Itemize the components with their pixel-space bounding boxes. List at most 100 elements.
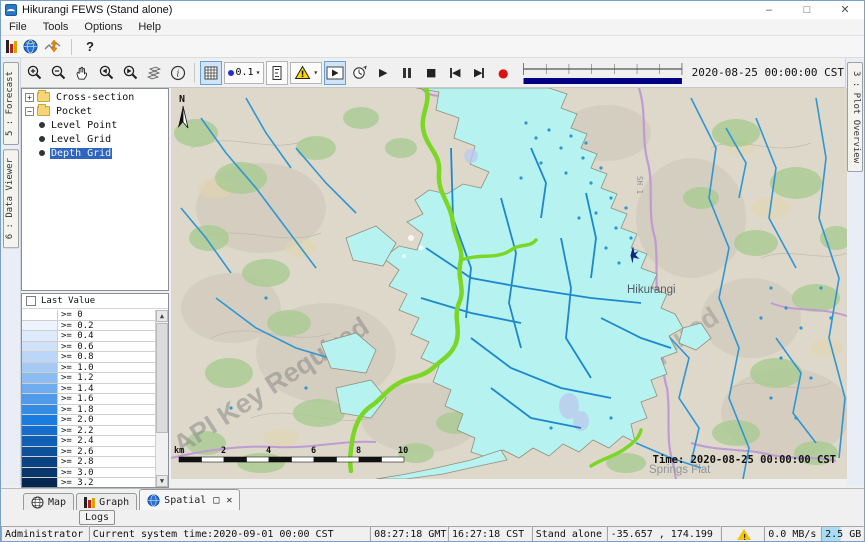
menu-tools[interactable]: Tools: [35, 21, 77, 33]
legend-row[interactable]: >= 3.0: [22, 468, 155, 479]
timeseries-import-icon[interactable]: [44, 39, 61, 54]
svg-text:6: 6: [311, 446, 316, 456]
step-back-button[interactable]: ◀: [444, 61, 466, 85]
time-slider[interactable]: [522, 60, 683, 86]
warnings-dropdown[interactable]: ! ▾: [290, 62, 322, 84]
tree-item-level-point[interactable]: Level Point: [36, 119, 168, 131]
legend-row[interactable]: >= 1.2: [22, 373, 155, 384]
main-toolbar: ?: [1, 36, 864, 58]
tree-item-depth-grid[interactable]: Depth Grid: [36, 147, 168, 159]
status-coordinates: -35.657 , 174.199: [607, 526, 722, 542]
globe-icon[interactable]: [23, 39, 38, 54]
tree-item-label: Cross-section: [55, 92, 135, 103]
data-viewer-panel: + Cross-section − Pocket Level Point Lev…: [21, 88, 170, 488]
tab-data-viewer[interactable]: 6 : Data Viewer: [3, 149, 19, 248]
scrollbar-thumb[interactable]: [156, 323, 168, 433]
tab-maximize-icon[interactable]: □: [213, 495, 219, 506]
bottom-tab-bar: Map Graph Spatial □ ✕: [1, 488, 864, 510]
info-button[interactable]: i: [167, 61, 189, 85]
last-value-option[interactable]: Last Value: [22, 294, 168, 309]
legend-row[interactable]: >= 2.2: [22, 426, 155, 437]
legend-row[interactable]: >= 0.6: [22, 342, 155, 353]
tab-graph[interactable]: Graph: [76, 493, 137, 510]
scroll-down-icon[interactable]: ▼: [156, 475, 168, 487]
minimize-button[interactable]: –: [750, 1, 788, 19]
menu-options[interactable]: Options: [76, 21, 130, 33]
tab-spatial[interactable]: Spatial □ ✕: [139, 489, 240, 510]
legend-row[interactable]: >= 1.6: [22, 394, 155, 405]
stop-button[interactable]: ■: [420, 61, 442, 85]
play-icon: ▶: [379, 66, 387, 79]
legend-scrollbar[interactable]: ▲ ▼: [155, 310, 168, 487]
legend-color-swatch: [22, 373, 58, 383]
close-button[interactable]: ✕: [826, 1, 864, 19]
map-canvas[interactable]: API Key Required API Key Required: [171, 88, 847, 479]
legend-row[interactable]: >= 0.8: [22, 352, 155, 363]
folder-icon: [37, 92, 50, 102]
logs-button[interactable]: Logs: [79, 510, 115, 525]
scroll-up-icon[interactable]: ▲: [156, 310, 168, 322]
profile-button[interactable]: [266, 61, 288, 85]
current-time-label: 2020-08-25 00:00:00 CST: [692, 66, 846, 79]
help-icon[interactable]: ?: [82, 39, 98, 54]
spatial-map[interactable]: API Key Required API Key Required: [171, 88, 847, 488]
database-viewer-icon[interactable]: [6, 40, 17, 53]
warning-icon: !: [294, 65, 311, 80]
tab-map[interactable]: Map: [23, 493, 74, 510]
status-gmt-time: 08:27:18 GMT: [370, 526, 448, 542]
svg-text:N: N: [179, 94, 185, 105]
zoom-in-button[interactable]: [23, 61, 45, 85]
time-slider-track: [522, 60, 683, 86]
tab-close-icon[interactable]: ✕: [226, 495, 232, 506]
toolbar-separator: [71, 39, 72, 55]
legend-row[interactable]: >= 2.0: [22, 415, 155, 426]
tree-item-cross-section[interactable]: + Cross-section: [22, 91, 168, 103]
map-time-label: Time: 2020-08-25 00:00:00 CST: [653, 454, 836, 466]
tab-forecast[interactable]: 5 : Forecast: [3, 62, 19, 145]
play-button[interactable]: ▶: [372, 61, 394, 85]
status-warning[interactable]: [721, 526, 764, 542]
legend-row-label: >= 0.6: [58, 342, 155, 352]
menu-file[interactable]: File: [1, 21, 35, 33]
legend-row[interactable]: >= 2.6: [22, 447, 155, 458]
animation-panel-button[interactable]: [324, 61, 346, 85]
legend-color-swatch: [22, 352, 58, 362]
layers-button[interactable]: [143, 61, 165, 85]
legend-row-label: >= 1.4: [58, 384, 155, 394]
record-button[interactable]: ●: [492, 61, 514, 85]
wire-globe-icon: [31, 496, 44, 509]
pause-button[interactable]: [396, 61, 418, 85]
last-value-checkbox[interactable]: [26, 296, 36, 306]
legend-row[interactable]: >= 1.4: [22, 384, 155, 395]
collapse-icon[interactable]: −: [25, 107, 34, 116]
expand-icon[interactable]: +: [25, 93, 34, 102]
pan-button[interactable]: [71, 61, 93, 85]
legend-row[interactable]: >= 0.4: [22, 331, 155, 342]
tree-item-level-grid[interactable]: Level Grid: [36, 133, 168, 145]
status-system-time: Current system time:2020-09-01 00:00 CST: [89, 526, 370, 542]
grid-display-button[interactable]: [200, 61, 222, 85]
legend-row-label: >= 2.8: [58, 457, 155, 467]
legend-row-label: >= 1.0: [58, 363, 155, 373]
legend-row[interactable]: >= 3.2: [22, 478, 155, 488]
menu-help[interactable]: Help: [130, 21, 169, 33]
app-icon: [5, 4, 17, 16]
zoom-out-button[interactable]: [47, 61, 69, 85]
step-forward-button[interactable]: ▶: [468, 61, 490, 85]
maximize-button[interactable]: □: [788, 1, 826, 19]
legend-row[interactable]: >= 0.2: [22, 321, 155, 332]
legend-row[interactable]: >= 2.4: [22, 436, 155, 447]
contour-threshold-dropdown[interactable]: 0.1 ▾: [224, 62, 265, 84]
animation-settings-button[interactable]: [348, 61, 370, 85]
legend-row[interactable]: >= 2.8: [22, 457, 155, 468]
next-zoom-button[interactable]: [119, 61, 141, 85]
legend-color-swatch: [22, 436, 58, 446]
tree-item-pocket[interactable]: − Pocket: [22, 105, 168, 117]
legend-row[interactable]: >= 1.8: [22, 405, 155, 416]
previous-zoom-button[interactable]: [95, 61, 117, 85]
legend-row[interactable]: >= 1.0: [22, 363, 155, 374]
tab-plot-overview[interactable]: 3 : Plot Overview: [847, 62, 863, 172]
legend-color-swatch: [22, 478, 58, 488]
legend-row[interactable]: >= 0: [22, 310, 155, 321]
svg-text:4: 4: [266, 446, 271, 456]
